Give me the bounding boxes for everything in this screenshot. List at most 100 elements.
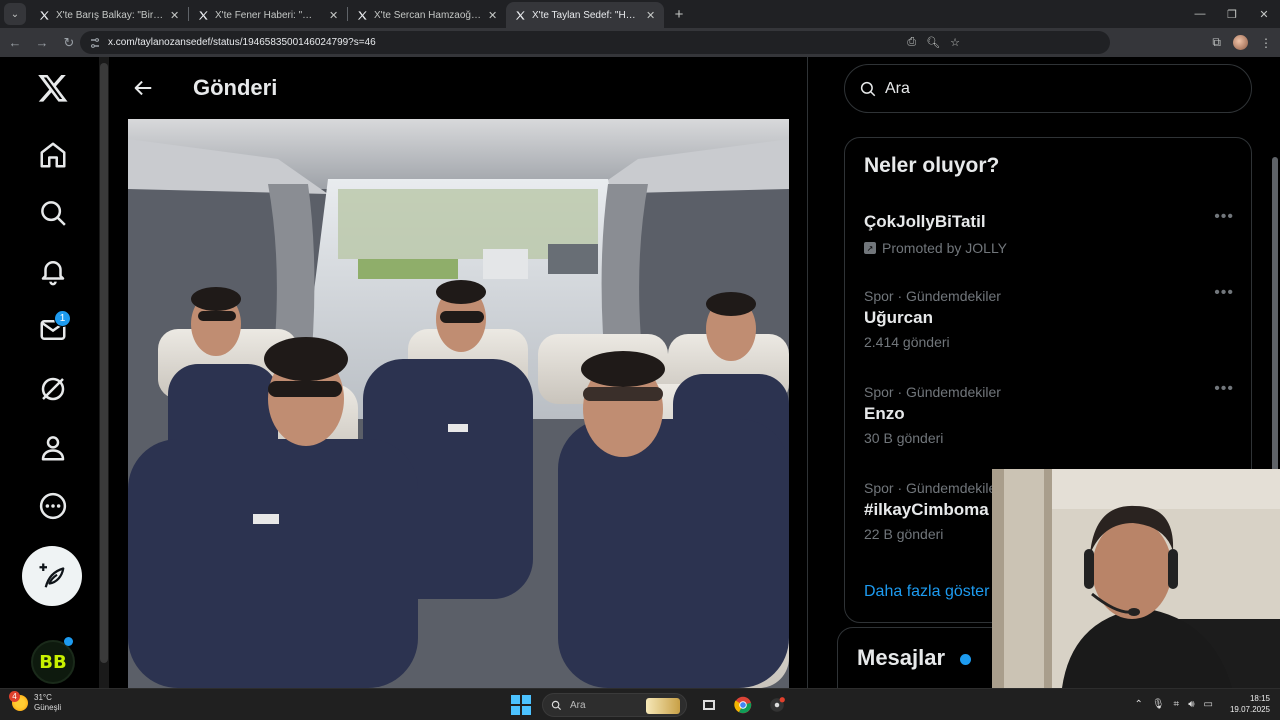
search-input[interactable]: Ara bbox=[885, 80, 910, 98]
windows-start-icon[interactable] bbox=[510, 694, 532, 716]
browser-menu-icon[interactable]: ⋮ bbox=[1260, 36, 1272, 50]
browser-tab-3[interactable]: X'te Sercan Hamzaoğlu: "🇹🇷 Ö ✕ bbox=[348, 2, 506, 28]
profile-person-icon[interactable] bbox=[28, 423, 78, 473]
search-box[interactable]: Ara bbox=[844, 64, 1252, 113]
main-column: Gönderi bbox=[110, 57, 808, 688]
media-app-icon[interactable] bbox=[765, 693, 789, 717]
bus-team-photo bbox=[128, 119, 789, 688]
weather-desc: Güneşli bbox=[34, 703, 62, 712]
search-icon bbox=[551, 700, 562, 710]
clock[interactable]: 18:15 19.07.2025 bbox=[1230, 693, 1270, 715]
weather-temp: 31°C bbox=[34, 693, 52, 702]
messages-unread-badge: 1 bbox=[54, 310, 71, 327]
volume-icon[interactable]: 🔊︎ bbox=[1188, 699, 1194, 710]
promoted-label-row: ↗ Promoted by JOLLY bbox=[864, 240, 1234, 256]
back-arrow-icon[interactable] bbox=[128, 73, 158, 103]
task-view-icon[interactable] bbox=[697, 693, 721, 717]
messages-envelope-icon[interactable] bbox=[28, 305, 78, 355]
promoted-label: Promoted by JOLLY bbox=[882, 240, 1008, 256]
home-icon[interactable] bbox=[28, 130, 78, 180]
address-bar[interactable]: x.com/taylanozansedef/status/19465835001… bbox=[80, 31, 1110, 54]
grok-icon[interactable] bbox=[28, 364, 78, 414]
forward-icon[interactable]: → bbox=[30, 31, 54, 55]
show-hidden-icons-icon[interactable]: ⌃ bbox=[1134, 699, 1142, 710]
x-logo-icon bbox=[197, 9, 209, 21]
browser-tabbar: ⌄ X'te Barış Balkay: "Birazdan yay ✕ X't… bbox=[0, 0, 1280, 28]
network-icon[interactable]: ⌗ bbox=[1174, 699, 1180, 710]
tab-close-icon[interactable]: ✕ bbox=[329, 9, 339, 22]
account-avatar[interactable]: BB bbox=[31, 640, 75, 684]
windows-taskbar: 4 31°C Güneşli Ara ⌃ 🎙︎ ⌗ 🔊︎ ▭ 18:15 19.… bbox=[0, 688, 1280, 720]
trend-item[interactable]: Spor · Gündemdekiler Uğurcan 2.414 gönde… bbox=[864, 284, 1234, 350]
trend-count: 30 B gönderi bbox=[864, 430, 944, 446]
taskbar-apps: Ara bbox=[510, 692, 789, 718]
feather-plus-icon bbox=[39, 563, 65, 588]
trend-name: ÇokJollyBiTatil bbox=[864, 212, 986, 231]
notifications-bell-icon[interactable] bbox=[28, 246, 78, 296]
microphone-icon[interactable]: 🎙︎ bbox=[1152, 699, 1165, 710]
sun-icon: 4 bbox=[9, 691, 28, 711]
more-options-icon[interactable]: ••• bbox=[1214, 208, 1234, 226]
bookmark-star-icon[interactable]: ☆ bbox=[950, 36, 960, 49]
more-options-icon[interactable]: ••• bbox=[1214, 380, 1234, 398]
browser-toolbar: ← → ↻ x.com/taylanozansedef/status/19465… bbox=[0, 28, 1280, 57]
toolbar-right: ⧉ ⋮ bbox=[1212, 31, 1272, 54]
trend-meta: Spor · Gündemdekiler bbox=[864, 384, 1001, 400]
extensions-icon[interactable]: ⧉ bbox=[1212, 35, 1221, 50]
weather-badge: 4 bbox=[9, 691, 20, 702]
weather-text: 31°C Güneşli bbox=[34, 693, 61, 713]
back-icon[interactable]: ← bbox=[3, 31, 27, 55]
scrollbar-thumb[interactable] bbox=[100, 63, 108, 663]
webcam-overlay bbox=[992, 469, 1280, 688]
minimize-icon[interactable]: — bbox=[1184, 0, 1216, 28]
taskbar-search-label: Ara bbox=[570, 699, 586, 711]
x-logo-icon bbox=[514, 9, 526, 21]
clock-time: 18:15 bbox=[1249, 694, 1270, 703]
x-logo-icon bbox=[356, 9, 368, 21]
browser-tab-2[interactable]: X'te Fener Haberi: "🔴 Fenerbah ✕ bbox=[189, 2, 347, 28]
close-window-icon[interactable]: ✕ bbox=[1248, 0, 1280, 28]
site-info-icon[interactable] bbox=[88, 36, 102, 50]
search-highlight-image bbox=[646, 698, 680, 714]
more-options-icon[interactable]: ••• bbox=[1214, 284, 1234, 302]
install-app-icon[interactable]: ⎙ bbox=[907, 36, 916, 49]
tab-title: X'te Barış Balkay: "Birazdan yay bbox=[56, 9, 164, 21]
reload-icon[interactable]: ↻ bbox=[57, 31, 81, 55]
x-home-logo-icon[interactable] bbox=[28, 63, 78, 113]
scrollbar-thumb[interactable] bbox=[1272, 157, 1278, 477]
trend-item[interactable]: Spor · Gündemdekiler Enzo 30 B gönderi •… bbox=[864, 380, 1234, 446]
browser-tab-4-active[interactable]: X'te Taylan Sedef: "Hepsinin he ✕ bbox=[506, 2, 664, 28]
trend-meta: Spor · Gündemdekiler bbox=[864, 288, 1001, 304]
sidebar-scrollbar[interactable] bbox=[99, 57, 109, 688]
tab-close-icon[interactable]: ✕ bbox=[488, 9, 498, 22]
tab-close-icon[interactable]: ✕ bbox=[170, 9, 180, 22]
window-controls: — ❐ ✕ bbox=[1184, 0, 1280, 28]
tab-title: X'te Fener Haberi: "🔴 Fenerbah bbox=[215, 9, 323, 21]
trends-title: Neler oluyor? bbox=[864, 154, 1000, 177]
weather-widget[interactable]: 4 31°C Güneşli bbox=[9, 691, 61, 713]
tab-search-button[interactable]: ⌄ bbox=[4, 3, 26, 25]
search-icon bbox=[860, 81, 876, 96]
new-tab-button[interactable]: + bbox=[668, 3, 690, 25]
tab-title: X'te Taylan Sedef: "Hepsinin he bbox=[532, 9, 640, 21]
x-logo-icon bbox=[38, 9, 50, 21]
clock-date: 19.07.2025 bbox=[1229, 705, 1270, 714]
post-photo[interactable] bbox=[128, 119, 789, 688]
compose-post-button[interactable] bbox=[22, 546, 82, 606]
show-more-link[interactable]: Daha fazla göster bbox=[864, 583, 989, 601]
restore-icon[interactable]: ❐ bbox=[1216, 0, 1248, 28]
messages-title: Mesajlar bbox=[857, 645, 946, 670]
browser-tab-1[interactable]: X'te Barış Balkay: "Birazdan yay ✕ bbox=[30, 2, 188, 28]
zoom-icon[interactable]: 🔍︎ bbox=[926, 36, 940, 49]
explore-search-icon[interactable] bbox=[28, 188, 78, 238]
promoted-icon: ↗ bbox=[864, 242, 876, 254]
trend-count: 2.414 gönderi bbox=[864, 334, 950, 350]
taskbar-search[interactable]: Ara bbox=[542, 693, 687, 717]
profile-avatar-icon[interactable] bbox=[1233, 35, 1248, 50]
more-options-icon[interactable] bbox=[28, 481, 78, 531]
promoted-trend[interactable]: ÇokJollyBiTatil ↗ Promoted by JOLLY ••• bbox=[864, 208, 1234, 256]
battery-icon[interactable]: ▭ bbox=[1204, 699, 1213, 710]
chrome-icon[interactable] bbox=[731, 693, 755, 717]
post-header: Gönderi bbox=[110, 57, 807, 119]
tab-close-icon[interactable]: ✕ bbox=[646, 9, 656, 22]
